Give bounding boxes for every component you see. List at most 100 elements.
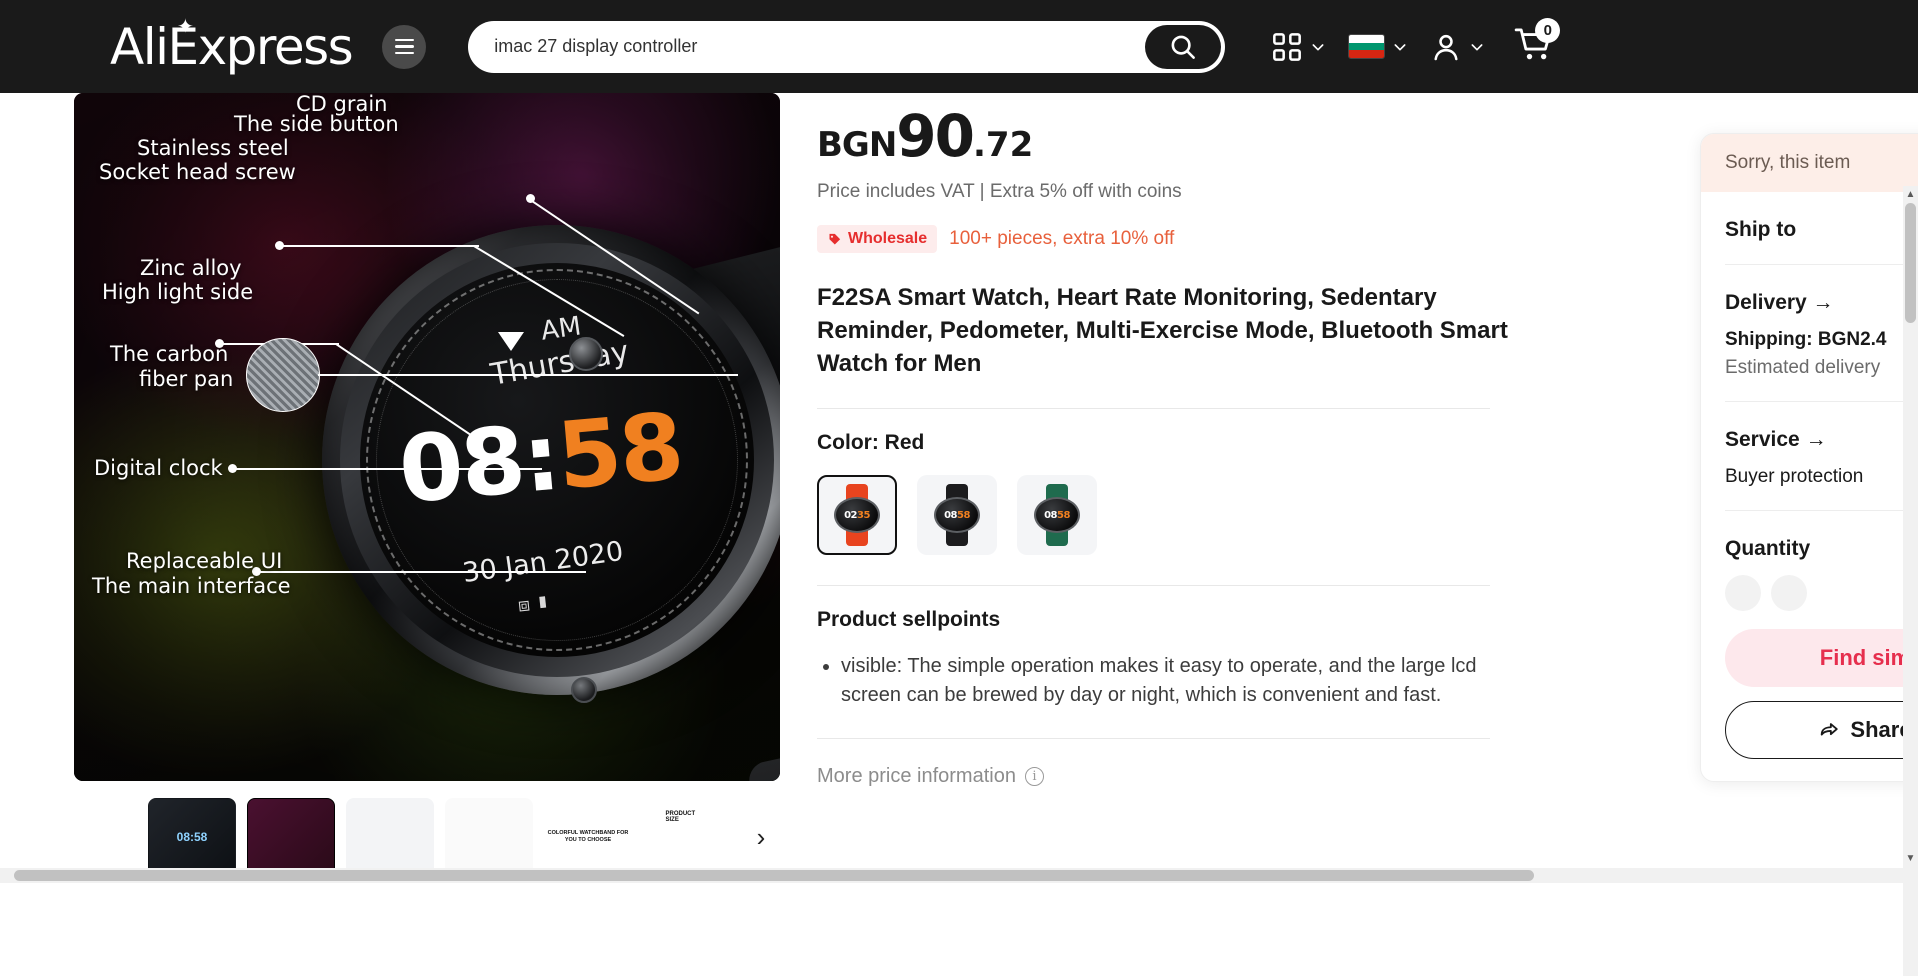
color-swatch-black[interactable]: 0858 (917, 475, 997, 556)
thumbnail-caption: PRODUCT SIZE (665, 811, 696, 824)
annotation-label: fiber pan (139, 367, 234, 391)
account-menu-button[interactable] (1422, 25, 1493, 69)
horizontal-scrollbar-thumb[interactable] (14, 870, 1534, 881)
buyer-protection-text: Buyer protection (1725, 466, 1864, 487)
search-bar[interactable] (468, 20, 1226, 73)
quantity-stepper[interactable] (1725, 575, 1918, 611)
region-selector[interactable] (1340, 28, 1416, 65)
wholesale-text: 100+ pieces, extra 10% off (949, 228, 1175, 249)
thumbnail-item[interactable]: COLORFUL WATCHBAND FOR YOU TO CHOOSE (544, 798, 632, 876)
site-header: ✦ AliExpress imac 27 display controller … (0, 0, 1918, 93)
product-info: BGN90.72 Price includes VAT | Extra 5% o… (817, 93, 1643, 788)
find-similar-label: Find sim (1819, 645, 1911, 670)
annotation-label: Digital clock (94, 456, 223, 480)
carbon-fiber-swatch-icon (246, 338, 320, 412)
sidebar-divider (1725, 510, 1918, 511)
ship-to-heading[interactable]: Ship to (1725, 218, 1918, 242)
thumbnail-item[interactable]: 08:58 (148, 798, 236, 876)
swatch-watch-graphic: 0858 (932, 484, 982, 547)
swatch-watch-graphic: 0235 (832, 484, 882, 547)
wholesale-badge: Wholesale (817, 225, 938, 253)
search-input[interactable] (468, 22, 1069, 71)
thumbnail-next-button[interactable]: › (746, 817, 776, 857)
header-actions: 0 (1263, 18, 1561, 69)
annotation-label: Zinc alloy (140, 256, 242, 280)
thumbnail-strip: 08:58 COLORFUL WATCHBAND FOR YOU TO CHOO… (148, 797, 854, 877)
estimated-delivery: Estimated delivery (1725, 357, 1881, 378)
watch-crown-top (569, 337, 603, 371)
main-product-image[interactable]: AM Thursday 08:58 30 Jan 2020 ⧈ ▮ CD gra… (74, 93, 780, 781)
sidebar-divider (1725, 401, 1918, 402)
callout-dot (228, 464, 237, 473)
watch-face: AM Thursday 08:58 30 Jan 2020 ⧈ ▮ (360, 263, 754, 657)
thumbnail-item[interactable] (247, 798, 335, 876)
thumbnail-item[interactable] (445, 798, 533, 876)
share-button[interactable]: Share (1725, 701, 1918, 759)
search-button[interactable] (1145, 24, 1222, 69)
annotation-label: The carbon (110, 342, 229, 366)
color-heading: Color: Red (817, 431, 925, 455)
quantity-heading: Quantity (1725, 537, 1811, 560)
hamburger-menu-button[interactable] (382, 24, 427, 69)
wholesale-row: Wholesale 100+ pieces, extra 10% off (817, 225, 1643, 253)
vertical-scrollbar-thumb[interactable] (1905, 203, 1916, 323)
vat-note: Price includes VAT | Extra 5% off with c… (817, 181, 1182, 202)
product-gallery: AM Thursday 08:58 30 Jan 2020 ⧈ ▮ CD gra… (74, 93, 780, 876)
watch-status-icons: ⧈ ▮ (516, 592, 552, 617)
annotation-label: The main interface (92, 574, 291, 598)
scroll-up-icon[interactable]: ▲ (1904, 188, 1917, 202)
callout-line (279, 245, 479, 247)
thumbnail-item[interactable] (346, 798, 434, 876)
product-title: F22SA Smart Watch, Heart Rate Monitoring… (817, 284, 1508, 378)
service-heading[interactable]: Service → (1725, 428, 1918, 452)
aliexpress-logo[interactable]: ✦ AliExpress (110, 13, 354, 76)
cart-button[interactable]: 0 (1513, 18, 1561, 68)
logo-text: AliExpress (110, 17, 354, 76)
more-price-information-label: More price information (817, 765, 1016, 788)
swatch-watch-graphic: 0858 (1032, 484, 1082, 547)
delivery-heading[interactable]: Delivery → (1725, 291, 1918, 315)
callout-dot (526, 194, 535, 203)
watch-hours: 08 (395, 406, 529, 524)
purchase-sidebar: Sorry, this item Ship to Delivery → Ship… (1700, 133, 1918, 782)
account-icon (1434, 34, 1458, 60)
price-currency: BGN (817, 125, 897, 165)
hamburger-line (394, 45, 414, 48)
watch-minutes: 58 (553, 392, 687, 511)
section-divider (817, 585, 1490, 587)
annotation-label: Socket head screw (99, 160, 296, 184)
hamburger-line (394, 51, 414, 54)
logo-star-icon: ✦ (177, 13, 194, 38)
quantity-decrease-button[interactable] (1725, 575, 1761, 611)
swatch-time-a: 02 (844, 509, 857, 521)
share-arrow-icon (1821, 723, 1839, 736)
product-price: BGN90.72 (817, 107, 1643, 165)
watch-marker-triangle (498, 332, 524, 351)
find-similar-button[interactable]: Find sim (1725, 629, 1918, 687)
info-icon: i (1024, 767, 1044, 787)
section-divider (817, 738, 1490, 740)
color-swatches: 0235 0858 0858 (817, 475, 1643, 556)
swatch-time-b: 58 (1057, 509, 1070, 521)
qr-code-button[interactable] (1263, 25, 1334, 69)
color-swatch-green[interactable]: 0858 (1017, 475, 1097, 556)
hamburger-line (394, 39, 414, 42)
smartwatch-graphic: AM Thursday 08:58 30 Jan 2020 ⧈ ▮ (322, 225, 780, 781)
swatch-time-a: 08 (1044, 509, 1057, 521)
more-price-information-link[interactable]: More price information i (817, 765, 1643, 788)
thumbnail-item[interactable]: PRODUCT SIZE (643, 798, 731, 876)
price-major: 90 (896, 102, 975, 170)
page-content: AM Thursday 08:58 30 Jan 2020 ⧈ ▮ CD gra… (0, 93, 1918, 976)
unavailable-notice: Sorry, this item (1701, 134, 1918, 192)
callout-line (232, 468, 542, 470)
bulgaria-flag-icon (1348, 34, 1386, 59)
scroll-down-icon[interactable]: ▼ (1904, 852, 1917, 866)
chevron-right-icon: › (756, 821, 766, 852)
annotation-label: Replaceable UI (126, 549, 283, 573)
swatch-time-a: 08 (944, 509, 957, 521)
color-swatch-red[interactable]: 0235 (817, 475, 897, 556)
shipping-cost: Shipping: BGN2.4 (1725, 329, 1887, 350)
callout-line (256, 571, 586, 573)
annotation-label: The side button (234, 112, 399, 136)
quantity-increase-button[interactable] (1771, 575, 1807, 611)
